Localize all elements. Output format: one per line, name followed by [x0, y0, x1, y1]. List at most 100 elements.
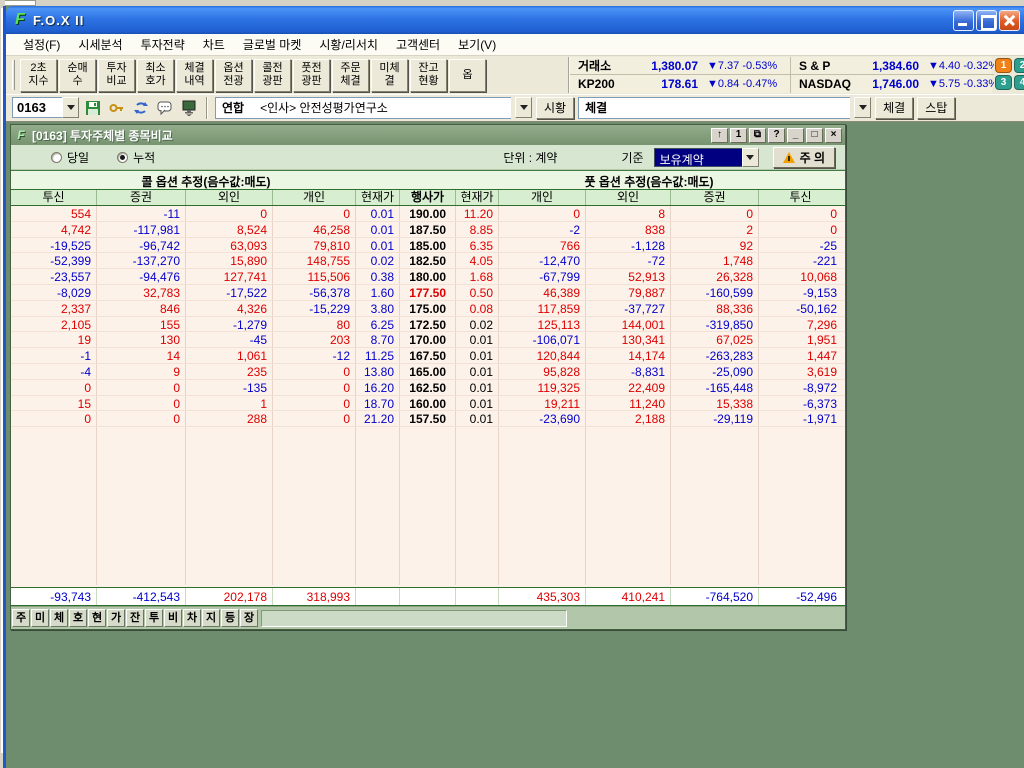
menu-item-2[interactable]: 투자전략	[132, 33, 194, 56]
toolbar-button-0[interactable]: 2초지수	[20, 59, 57, 92]
maximize-button[interactable]	[976, 10, 997, 31]
minimize-button[interactable]	[953, 10, 974, 31]
bottom-tab-12[interactable]: 장	[240, 609, 258, 627]
toolbar-button-8[interactable]: 주문체결	[332, 59, 369, 92]
toolbar-button-11[interactable]: 옵	[449, 59, 486, 92]
radio-daily-circle-icon[interactable]	[51, 152, 62, 163]
menu-item-1[interactable]: 시세분석	[69, 33, 131, 56]
bottom-tab-11[interactable]: 등	[221, 609, 239, 627]
quick-button-1[interactable]: 1	[995, 58, 1012, 73]
screen-code-combo[interactable]: 0163	[12, 97, 79, 118]
toolbar-button-9[interactable]: 미체결	[371, 59, 408, 92]
table-row-6[interactable]: 2,3378464,326-15,2293.80175.000.08117,85…	[11, 301, 845, 317]
cell: 130	[97, 332, 186, 347]
market-news-button[interactable]: 시황	[536, 97, 574, 119]
table-row-5[interactable]: -8,02932,783-17,522-56,3781.60177.500.50…	[11, 285, 845, 301]
menu-item-4[interactable]: 글로벌 마켓	[234, 33, 311, 56]
column-header-6: 현재가	[456, 190, 499, 205]
news-dropdown-button[interactable]	[515, 97, 532, 118]
table-row-1[interactable]: 4,742-117,9818,52446,2580.01187.508.85-2…	[11, 222, 845, 238]
stop-button[interactable]: 스탑	[917, 97, 955, 119]
toolbar-button-5[interactable]: 옵션전광	[215, 59, 252, 92]
empty-cell	[586, 554, 671, 570]
menu-item-5[interactable]: 시황/리서치	[310, 33, 387, 56]
message-button[interactable]	[155, 98, 175, 118]
quick-button-2[interactable]: 2	[1014, 58, 1024, 73]
empty-cell	[11, 490, 97, 506]
toolbar-button-2[interactable]: 투자비교	[98, 59, 135, 92]
bottom-tab-8[interactable]: 비	[164, 609, 182, 627]
toolbar-button-7[interactable]: 풋전광판	[293, 59, 330, 92]
order-dropdown-button[interactable]	[854, 97, 871, 118]
refresh-button[interactable]	[131, 98, 151, 118]
toolbar-button-1[interactable]: 순매수	[59, 59, 96, 92]
table-row-0[interactable]: 554-11000.01190.0011.200800	[11, 206, 845, 222]
table-row-12[interactable]: 1501018.70160.000.0119,21111,24015,338-6…	[11, 396, 845, 412]
warning-button[interactable]: 주 의	[773, 147, 835, 168]
screen-code-dropdown-button[interactable]	[62, 97, 79, 118]
table-row-13[interactable]: 00288021.20157.500.01-23,6902,188-29,119…	[11, 411, 845, 427]
child-rollup-button[interactable]: ↑	[711, 128, 728, 143]
basis-dropdown-button[interactable]	[742, 148, 759, 167]
bottom-tab-0[interactable]: 주	[12, 609, 30, 627]
cell: 0	[11, 380, 97, 395]
order-status-field[interactable]: 체결	[578, 97, 850, 119]
menu-item-3[interactable]: 차트	[194, 33, 234, 56]
bottom-tab-9[interactable]: 차	[183, 609, 201, 627]
empty-cell	[586, 459, 671, 475]
cell: -23,557	[11, 269, 97, 284]
child-title-bar[interactable]: F [0163] 투자주체별 종목비교 ↑1⧉?_□×	[11, 125, 845, 145]
quick-button-3[interactable]: 3	[995, 75, 1012, 90]
basis-combo[interactable]: 보유계약	[654, 148, 759, 167]
table-row-8[interactable]: 19130-452038.70170.000.01-106,071130,341…	[11, 332, 845, 348]
close-button[interactable]	[999, 10, 1020, 31]
table-row-3[interactable]: -52,399-137,27015,890148,7550.02182.504.…	[11, 253, 845, 269]
toolbar-grip[interactable]	[12, 60, 15, 90]
menu-item-6[interactable]: 고객센터	[387, 33, 449, 56]
table-row-4[interactable]: -23,557-94,476127,741115,5060.38180.001.…	[11, 269, 845, 285]
toolbar-button-6[interactable]: 콜전광판	[254, 59, 291, 92]
toolbar-button-3[interactable]: 최소호가	[137, 59, 174, 92]
radio-cumulative[interactable]: 누적	[117, 149, 155, 166]
key-button[interactable]	[107, 98, 127, 118]
empty-cell	[356, 538, 400, 554]
child-close-button[interactable]: ×	[825, 128, 842, 143]
radio-cumulative-circle-icon[interactable]	[117, 152, 128, 163]
cell: -52,399	[11, 253, 97, 268]
radio-daily[interactable]: 당일	[51, 149, 89, 166]
screen-view-button[interactable]	[179, 98, 199, 118]
table-row-9[interactable]: -1141,061-1211.25167.500.01120,84414,174…	[11, 348, 845, 364]
menu-item-7[interactable]: 보기(V)	[449, 33, 505, 56]
table-row-2[interactable]: -19,525-96,74263,09379,8100.01185.006.35…	[11, 238, 845, 254]
toolbar-button-10[interactable]: 잔고현황	[410, 59, 447, 92]
save-button[interactable]	[83, 98, 103, 118]
child-one-button[interactable]: 1	[730, 128, 747, 143]
quick-button-4[interactable]: 4	[1014, 75, 1024, 90]
child-minimize-button[interactable]: _	[787, 128, 804, 143]
cell: 63,093	[186, 238, 273, 253]
bottom-tab-6[interactable]: 잔	[126, 609, 144, 627]
child-help-button[interactable]: ?	[768, 128, 785, 143]
bottom-tab-5[interactable]: 가	[107, 609, 125, 627]
toolbar-button-4[interactable]: 체결내역	[176, 59, 213, 92]
child-restore-button[interactable]: ⧉	[749, 128, 766, 143]
bottom-tab-10[interactable]: 지	[202, 609, 220, 627]
menu-item-0[interactable]: 설정(F)	[14, 33, 69, 56]
news-ticker-field[interactable]: 연합 <인사> 안전성평가연구소	[215, 97, 511, 119]
bottom-tab-2[interactable]: 체	[50, 609, 68, 627]
screen-code-input[interactable]: 0163	[12, 97, 62, 118]
basis-selected-value[interactable]: 보유계약	[654, 148, 742, 167]
table-row-7[interactable]: 2,105155-1,279806.25172.500.02125,113144…	[11, 317, 845, 333]
bottom-tab-4[interactable]: 현	[88, 609, 106, 627]
child-maximize-button[interactable]: □	[806, 128, 823, 143]
table-row-11[interactable]: 00-135016.20162.500.01119,32522,409-165,…	[11, 380, 845, 396]
fill-button[interactable]: 체결	[875, 97, 913, 119]
bottom-tab-1[interactable]: 미	[31, 609, 49, 627]
cell: -4	[11, 364, 97, 379]
title-bar[interactable]: F F.O.X II	[6, 6, 1024, 34]
table-row-10[interactable]: -49235013.80165.000.0195,828-8,831-25,09…	[11, 364, 845, 380]
cell: 127,741	[186, 269, 273, 284]
bottom-tab-3[interactable]: 호	[69, 609, 87, 627]
empty-cell	[759, 569, 842, 585]
bottom-tab-7[interactable]: 투	[145, 609, 163, 627]
